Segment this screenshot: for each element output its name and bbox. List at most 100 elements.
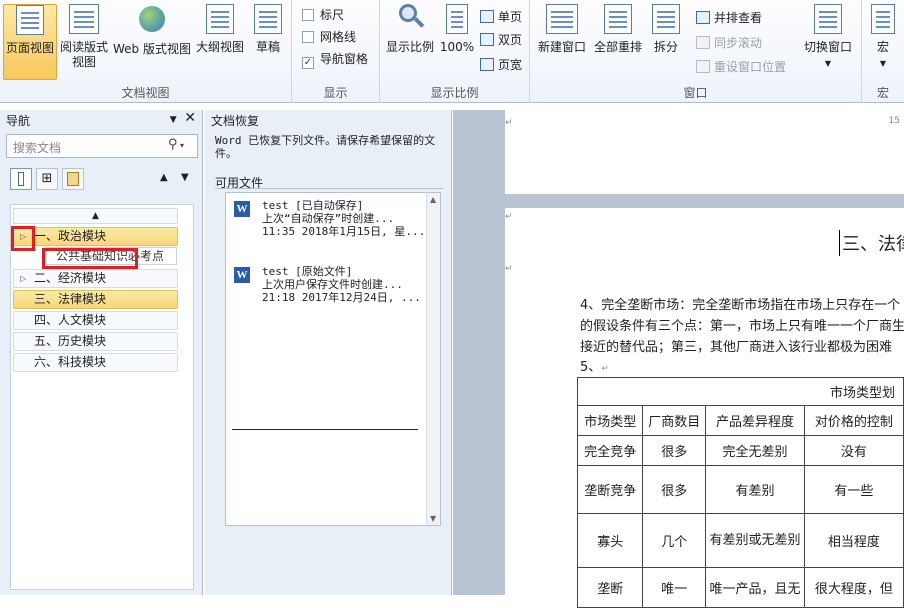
nav-item-law[interactable]: 三、法律模块	[13, 290, 178, 309]
gridlines-checkbox[interactable]: 网格线	[302, 28, 356, 46]
table-header-cell: 市场类型	[576, 405, 644, 436]
group-label: 文档视图	[121, 86, 170, 100]
highlight-box	[42, 248, 138, 269]
group-doc-views: 页面视图 阅读版式视图 Web 版式视图 大纲视图 草稿 文档视图	[0, 0, 292, 103]
scrollbar[interactable]: ▲ ▼	[426, 193, 440, 525]
web-layout-button[interactable]: Web 版式视图	[111, 4, 193, 80]
expand-triangle-icon[interactable]: ▷	[20, 270, 26, 287]
reading-layout-button[interactable]: 阅读版式视图	[58, 4, 110, 80]
two-pages-icon	[480, 33, 494, 46]
group-label: 显示	[323, 86, 348, 100]
nav-pane-controls: ▼ ✕	[170, 110, 196, 126]
recovery-file-item[interactable]: W test [已自动保存] 上次“自动保存”时创建... 11:35 2018…	[234, 199, 430, 245]
document-page[interactable]: ↵ 15	[505, 110, 904, 194]
close-icon[interactable]: ✕	[184, 110, 196, 126]
nav-item-history[interactable]: 五、历史模块	[13, 332, 178, 351]
one-page-icon	[480, 10, 494, 23]
vertical-ruler	[453, 110, 505, 595]
tab-results[interactable]	[62, 168, 84, 190]
globe-icon	[138, 6, 166, 36]
table-row: 完全竞争 很多 完全无差别 没有	[576, 435, 904, 466]
checkbox-icon	[302, 31, 314, 43]
draft-button[interactable]: 草稿	[248, 4, 288, 80]
reset-window-button[interactable]: 重设窗口位置	[696, 57, 786, 77]
table-cell: 完全竞争	[576, 435, 644, 466]
magnifier-icon	[396, 4, 425, 34]
scroll-down-icon[interactable]: ▼	[430, 514, 436, 523]
nav-item-economics[interactable]: ▷ 二、经济模块	[13, 269, 178, 288]
arrange-all-icon	[604, 4, 632, 34]
divider	[215, 188, 443, 189]
side-by-side-button[interactable]: 并排查看	[696, 8, 762, 28]
ruler-checkbox[interactable]: 标尺	[302, 6, 344, 24]
page-width-button[interactable]: 页宽	[480, 55, 522, 75]
recovery-file-list: W test [已自动保存] 上次“自动保存”时创建... 11:35 2018…	[225, 192, 441, 526]
two-pages-button[interactable]: 双页	[480, 30, 522, 50]
table-cell: 唯一产品，且无	[705, 567, 805, 608]
recovery-file-item[interactable]: W test [原始文件] 上次用户保存文件时创建... 21:18 2017年…	[234, 265, 430, 311]
outline-icon	[206, 4, 234, 34]
dropdown-arrow-icon: ▼	[879, 59, 887, 68]
group-zoom: 显示比例 100% 单页 双页 页宽 显示比例	[380, 0, 530, 103]
table-cell: 有一些	[803, 465, 904, 514]
document-area[interactable]: ↵ 15 ↵ ↵ 三、法律 4、完全垄断市场：完全垄断市场指在市场上只存在一个 …	[453, 110, 904, 608]
zoom-100-button[interactable]: 100%	[438, 4, 476, 80]
print-layout-button[interactable]: 页面视图	[3, 4, 57, 80]
group-label: 宏	[876, 86, 889, 100]
group-show: 标尺 网格线 ✓ 导航窗格 显示	[292, 0, 380, 103]
zoom-button[interactable]: 显示比例	[382, 4, 438, 80]
next-heading-button[interactable]: ▼	[181, 172, 189, 183]
nav-item-humanities[interactable]: 四、人文模块	[13, 311, 178, 330]
table-header-cell: 产品差异程度	[705, 405, 805, 436]
results-icon	[67, 172, 79, 186]
outline-button[interactable]: 大纲视图	[194, 4, 246, 80]
table-cell: 有差别或无差别	[705, 513, 805, 568]
paragraph-mark-icon: ↵	[505, 264, 513, 274]
collapse-up-icon[interactable]: ▲	[13, 208, 178, 224]
nav-pane-checkbox[interactable]: ✓ 导航窗格	[302, 50, 368, 69]
paragraph-mark-icon: ↵	[505, 118, 513, 128]
tab-headings[interactable]	[10, 168, 32, 190]
nav-item-politics[interactable]: ▷ 一、政治模块	[13, 227, 178, 246]
pages-grid-icon: ⊞	[41, 171, 53, 186]
page-number: 15	[888, 116, 900, 126]
macros-button[interactable]: 宏 ▼	[866, 4, 900, 80]
dropdown-arrow-icon[interactable]: ▼	[170, 115, 177, 125]
nav-item-technology[interactable]: 六、科技模块	[13, 353, 178, 372]
group-window: 新建窗口 全部重排 拆分 并排查看 同步滚动 重设窗口位置 切换窗口 ▼ 窗口	[530, 0, 862, 103]
divider	[232, 429, 418, 430]
nav-title: 导航	[6, 114, 31, 128]
table-cell: 寡头	[576, 513, 644, 568]
navigation-pane: 导航 ▼ ✕ 搜索文档 ⚲ ▾ ⊞ ▲ ▼ ▲ ▷ 一、政治模块 公共基础知识必考…	[0, 110, 203, 595]
table-cell: 没有	[803, 435, 904, 466]
search-icon[interactable]: ⚲ ▾	[168, 137, 184, 152]
previous-heading-button[interactable]: ▲	[160, 172, 168, 183]
one-page-button[interactable]: 单页	[480, 7, 522, 27]
document-paragraph-line: 5、↵	[580, 360, 609, 375]
scroll-up-icon[interactable]: ▲	[430, 195, 436, 204]
arrange-all-button[interactable]: 全部重排	[590, 4, 646, 80]
table-cell: 唯一	[642, 567, 707, 608]
document-page[interactable]: ↵ ↵ 三、法律 4、完全垄断市场：完全垄断市场指在市场上只存在一个 的假设条件…	[505, 208, 904, 608]
reading-layout-icon	[69, 4, 99, 34]
table-cell: 完全无差别	[705, 435, 805, 466]
tab-pages[interactable]: ⊞	[36, 168, 58, 190]
sync-scroll-icon	[696, 36, 710, 49]
paragraph-mark-icon: ↵	[601, 364, 609, 374]
recovery-description: Word 已恢复下列文件。请保存希望保留的文件。	[215, 134, 436, 160]
document-heading: 三、法律	[839, 230, 904, 256]
recovery-title: 文档恢复	[211, 114, 260, 128]
switch-windows-button[interactable]: 切换窗口 ▼	[798, 4, 858, 80]
sync-scroll-button[interactable]: 同步滚动	[696, 33, 762, 53]
table-cell: 很大程度，但	[803, 567, 904, 608]
split-button[interactable]: 拆分	[646, 4, 686, 80]
new-window-button[interactable]: 新建窗口	[534, 4, 590, 80]
table-cell: 有差别	[705, 465, 805, 514]
ribbon: 页面视图 阅读版式视图 Web 版式视图 大纲视图 草稿 文档视图 标尺 网格线…	[0, 0, 904, 103]
table-cell: 垄断竞争	[576, 465, 644, 514]
highlight-box	[11, 226, 35, 251]
word-doc-icon: W	[234, 201, 250, 217]
group-label: 显示比例	[430, 86, 479, 100]
paragraph-mark-icon: ↵	[505, 212, 513, 222]
table-row: 垄断 唯一 唯一产品，且无 很大程度，但	[576, 567, 904, 608]
